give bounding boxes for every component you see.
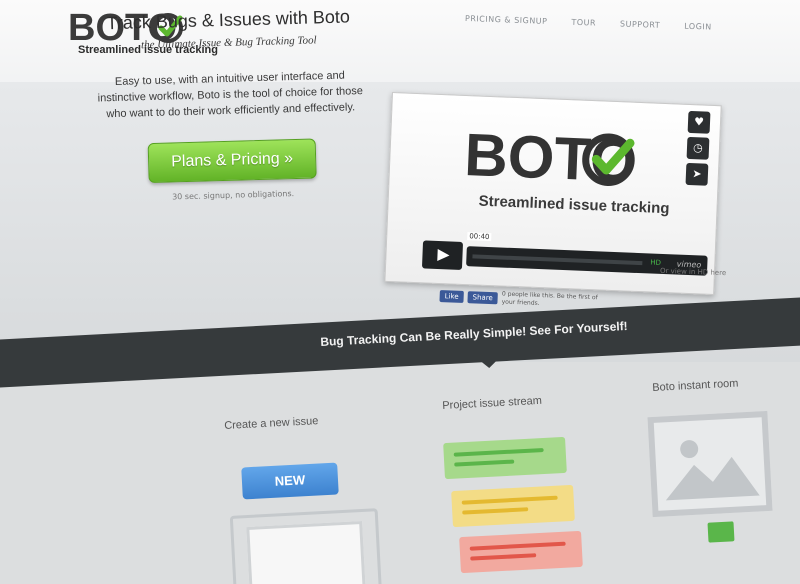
progress-buffer xyxy=(472,254,643,266)
facebook-like-button[interactable]: Like xyxy=(439,289,464,303)
stream-line xyxy=(462,507,529,515)
hd-indicator[interactable]: HD xyxy=(650,259,661,267)
landscape-icon xyxy=(665,440,760,501)
plans-pricing-button[interactable]: Plans & Pricing » xyxy=(147,138,317,184)
hero-subtitle: the Ultimate Issue & Bug Tracking Tool xyxy=(140,34,317,52)
main-nav: PRICING & SIGNUP TOUR SUPPORT LOGIN xyxy=(465,14,712,32)
issue-form-inner xyxy=(246,521,366,584)
stream-line xyxy=(454,459,515,467)
stream-item-yellow xyxy=(451,484,575,528)
stream-line xyxy=(469,541,566,551)
checkmark-icon xyxy=(582,133,635,186)
hero-copy: Track Bugs & Issues with Boto the Ultima… xyxy=(78,6,383,204)
nav-login[interactable]: LOGIN xyxy=(684,22,712,32)
play-button[interactable] xyxy=(421,240,464,270)
issue-stream-title: Project issue stream xyxy=(442,394,543,412)
nav-support[interactable]: SUPPORT xyxy=(620,19,661,29)
send-icon[interactable]: ➤ xyxy=(685,162,709,186)
facebook-share-button[interactable]: Share xyxy=(467,291,499,305)
create-issue-title: Create a new issue xyxy=(224,415,319,432)
stream-line xyxy=(461,495,558,505)
stream-line xyxy=(470,553,537,561)
video-player[interactable]: BOTO Streamlined issue tracking ♥ ◷ ➤ HD… xyxy=(384,92,722,296)
like-heart-icon[interactable]: ♥ xyxy=(687,110,711,134)
stream-line xyxy=(453,447,544,457)
stream-item-red xyxy=(459,530,583,574)
room-badge-icon xyxy=(707,521,735,543)
clock-icon[interactable]: ◷ xyxy=(686,136,710,160)
hero-description: Easy to use, with an intuitive user inte… xyxy=(97,69,364,121)
video-time: 00:40 xyxy=(467,232,492,242)
video-tagline: Streamlined issue tracking xyxy=(478,192,670,218)
stream-item-green xyxy=(443,436,567,480)
new-issue-button[interactable]: NEW xyxy=(241,462,339,500)
instant-room-title: Boto instant room xyxy=(652,377,739,394)
image-placeholder-icon xyxy=(647,410,773,518)
play-icon xyxy=(437,248,450,262)
band-pointer xyxy=(479,359,499,369)
nav-tour[interactable]: TOUR xyxy=(571,18,596,28)
nav-pricing-signup[interactable]: PRICING & SIGNUP xyxy=(465,14,548,26)
